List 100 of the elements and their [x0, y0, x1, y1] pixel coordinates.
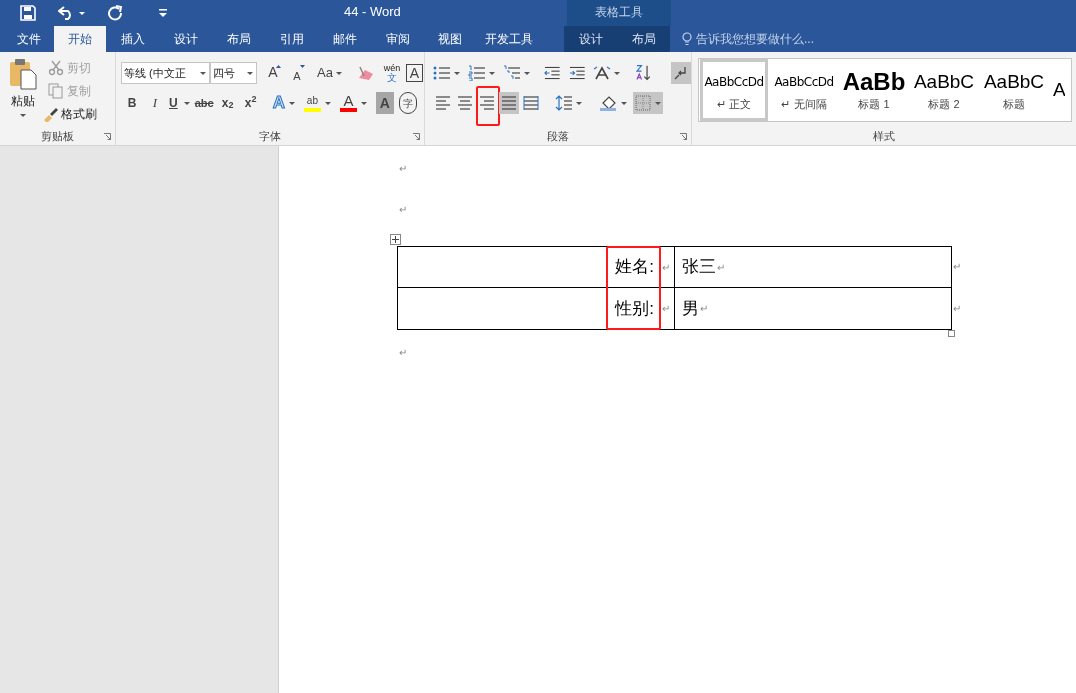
caret-icon: [489, 71, 495, 75]
table-move-handle-icon[interactable]: [390, 234, 401, 245]
caret-icon: [247, 71, 253, 75]
ribbon-tab[interactable]: 设计: [159, 26, 212, 52]
multilevel-list-icon: [503, 65, 521, 81]
font-name-field[interactable]: 等线 (中文正: [121, 62, 210, 84]
table-cell: 姓名: ↵: [398, 247, 675, 287]
style-item[interactable]: AaBbC 标题 2: [910, 59, 978, 121]
align-justify-button[interactable]: [499, 92, 519, 114]
ribbon-tab[interactable]: 开发工具: [476, 26, 542, 52]
caret-icon: [288, 101, 295, 105]
caret-icon: [200, 71, 206, 75]
underline-button[interactable]: U: [169, 92, 190, 114]
font-color-button[interactable]: A: [339, 92, 367, 114]
italic-button[interactable]: I: [146, 92, 164, 114]
paragraph-mark: ↵: [399, 346, 407, 360]
customize-icon[interactable]: [159, 9, 167, 17]
ribbon-tab[interactable]: 邮件: [318, 26, 371, 52]
change-case-button[interactable]: Aa: [317, 62, 342, 84]
caret-icon: [335, 71, 342, 75]
clipboard-icon: [9, 58, 37, 90]
paragraph-mark: ↵: [953, 302, 961, 316]
window-title: 44 - Word: [344, 3, 401, 21]
tell-me-field[interactable]: 告诉我您想要做什么...: [682, 26, 814, 52]
paragraph-mark: ↵: [399, 203, 407, 217]
paste-button[interactable]: 粘贴: [8, 58, 38, 127]
triangle-icon: [276, 65, 281, 68]
caret-icon: [324, 101, 331, 105]
align-distributed-icon: [523, 95, 539, 111]
sort-icon[interactable]: [636, 64, 653, 82]
ribbon-tab[interactable]: 设计: [564, 26, 617, 52]
table-cell: 性别: ↵: [398, 288, 675, 329]
align-justify-icon: [501, 95, 517, 111]
eraser-icon[interactable]: [356, 64, 375, 82]
show-marks-button[interactable]: [670, 62, 691, 84]
highlight-button[interactable]: ab: [303, 92, 331, 114]
ribbon-tab[interactable]: 文件: [4, 26, 54, 52]
caret-icon: [655, 101, 661, 105]
group-label: 样式: [873, 128, 895, 144]
shading-icon: [600, 95, 618, 111]
launcher-icon[interactable]: [413, 133, 420, 140]
caret-icon: [614, 71, 621, 75]
caret-icon: [183, 101, 190, 105]
increase-indent-icon[interactable]: [568, 65, 586, 81]
script-button[interactable]: x$_{2}$: [218, 92, 237, 114]
style-item[interactable]: AaBbCcDd ↵ 无间隔: [770, 59, 838, 121]
character-shading-button[interactable]: A: [375, 92, 394, 114]
paragraph-mark: ↵: [399, 162, 407, 176]
caret-icon: [360, 101, 367, 105]
table-resize-handle[interactable]: [948, 330, 955, 337]
triangle-icon: [300, 65, 305, 68]
ribbon-tab[interactable]: 审阅: [371, 26, 424, 52]
scissors-icon: [48, 59, 64, 76]
align-left-icon: [435, 95, 451, 111]
character-border-button[interactable]: A: [405, 64, 423, 82]
tell-me-placeholder: 告诉我您想要做什么...: [696, 31, 814, 48]
group-label: 剪贴板: [41, 128, 74, 144]
strikethrough-button[interactable]: abc: [194, 92, 214, 114]
ribbon-tab[interactable]: 插入: [106, 26, 159, 52]
ribbon-tab[interactable]: 引用: [265, 26, 318, 52]
numbering-icon: [468, 65, 486, 81]
script-button[interactable]: x$^{2}$: [241, 92, 260, 114]
caret-icon[interactable]: [79, 11, 85, 15]
brush-icon: [42, 105, 58, 122]
group-label: 字体: [259, 128, 281, 144]
ribbon-tab[interactable]: 开始: [54, 26, 106, 52]
grow-font-button[interactable]: A: [263, 62, 283, 84]
style-item[interactable]: AaBb 标题 1: [840, 59, 908, 121]
bold-button[interactable]: B: [123, 92, 141, 114]
ribbon-tab[interactable]: 布局: [212, 26, 265, 52]
decrease-indent-icon[interactable]: [544, 65, 561, 81]
align-center-icon: [457, 95, 473, 111]
paragraph-mark: ↵: [953, 260, 961, 274]
undo-button[interactable]: [58, 6, 85, 20]
borders-icon: [635, 95, 651, 111]
launcher-icon[interactable]: [104, 133, 111, 140]
numbering-button[interactable]: [468, 62, 495, 84]
caret-icon: [621, 101, 627, 105]
lightbulb-icon: [682, 32, 692, 46]
launcher-icon[interactable]: [680, 133, 687, 140]
table-cell-text: 张三↵: [681, 256, 726, 279]
group-label: 段落: [547, 128, 569, 144]
save-icon[interactable]: [20, 5, 36, 21]
context-title: 表格工具: [567, 0, 671, 26]
style-item[interactable]: AaBbC 标题: [980, 59, 1048, 121]
copy-icon: [48, 82, 64, 99]
font-size-field[interactable]: 四号: [210, 62, 257, 84]
style-item[interactable]: A: [1050, 59, 1068, 121]
ribbon-tab[interactable]: 布局: [617, 26, 670, 52]
ribbon-tab[interactable]: 视图: [424, 26, 476, 52]
caret-icon: [524, 71, 530, 75]
style-item[interactable]: AaBbCcDd ↵ 正文: [700, 59, 768, 121]
bullets-icon: [433, 65, 451, 81]
clipboard-painter-button[interactable]: 格式刷: [42, 104, 97, 123]
align-right-icon: [479, 95, 495, 111]
phonetic-guide-button[interactable]: wén 文: [381, 62, 402, 84]
shrink-font-button[interactable]: A: [287, 62, 307, 84]
redo-icon[interactable]: [107, 5, 123, 21]
table-cell-text: 男↵: [681, 297, 709, 320]
caret-icon: [20, 114, 26, 117]
